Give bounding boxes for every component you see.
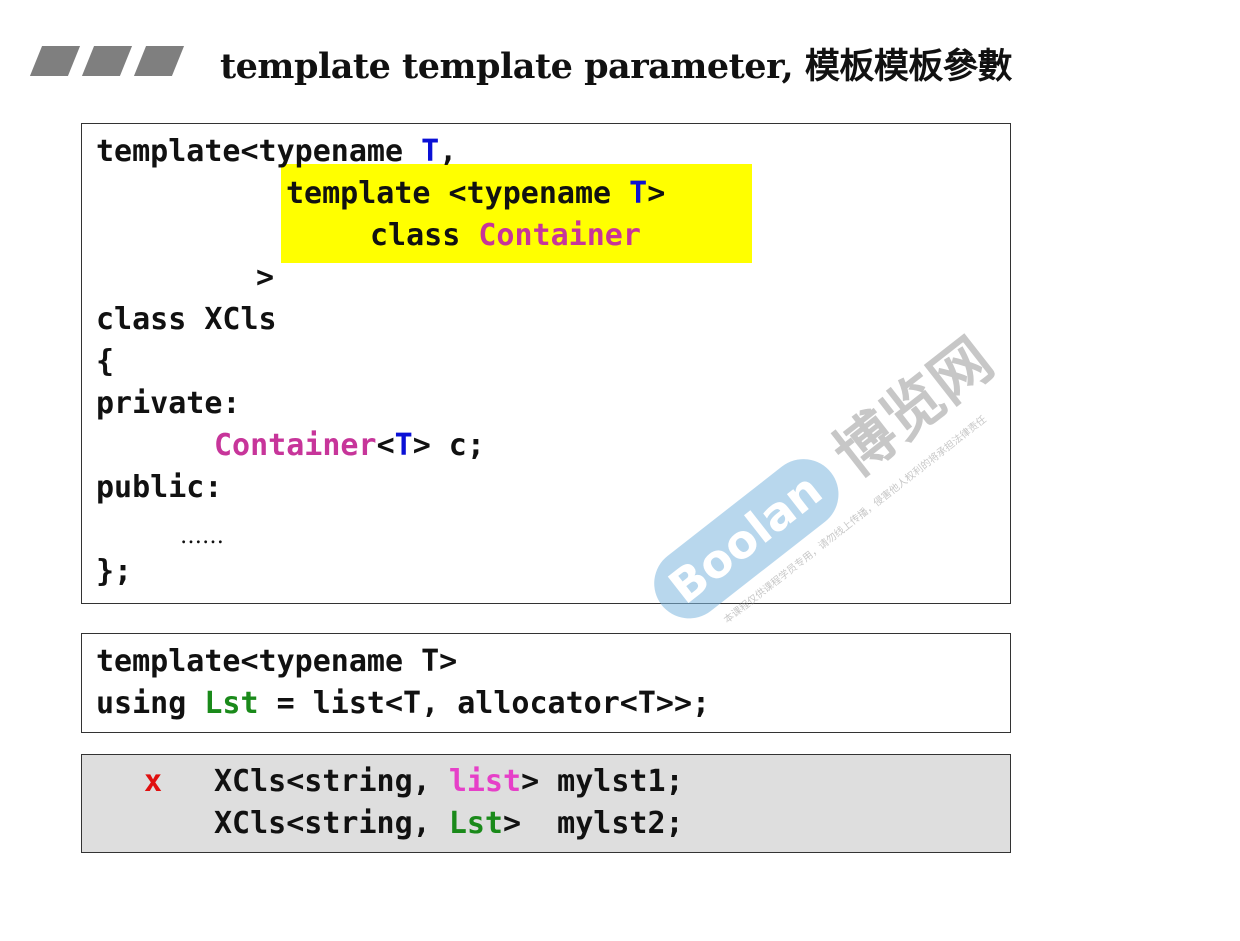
- code-box-template-template-param: template<typename T, template <typename …: [81, 123, 1011, 604]
- code-line: class XCls: [96, 302, 277, 337]
- bullet-shape: [29, 46, 81, 76]
- code-line: Container<T> c;: [214, 428, 485, 463]
- code-line: template<typename T,: [96, 134, 458, 169]
- slide-title: template template parameter, 模板模板參數: [220, 46, 1012, 87]
- code-line: template <typename T>: [286, 176, 666, 211]
- ellipsis: ……: [180, 524, 224, 549]
- code-line: using Lst = list<T, allocator<T>>;: [96, 686, 711, 721]
- title-bullets: [29, 46, 185, 76]
- code-line: public:: [96, 470, 223, 505]
- code-line: {: [96, 344, 115, 379]
- code-line: class Container: [370, 218, 641, 253]
- code-line: private:: [96, 386, 241, 421]
- code-line: template<typename T>: [96, 644, 458, 679]
- bullet-shape: [81, 46, 133, 76]
- code-box-usage: x XCls<string, list> mylst1; XCls<string…: [81, 754, 1011, 853]
- code-line: XCls<string, list> mylst1;: [214, 764, 684, 799]
- bullet-shape: [133, 46, 185, 76]
- code-box-alias-template: template<typename T> using Lst = list<T,…: [81, 633, 1011, 733]
- code-line: >: [256, 260, 275, 295]
- code-line: };: [96, 554, 133, 589]
- error-mark-icon: x: [144, 764, 163, 799]
- code-line: XCls<string, Lst> mylst2;: [214, 806, 684, 841]
